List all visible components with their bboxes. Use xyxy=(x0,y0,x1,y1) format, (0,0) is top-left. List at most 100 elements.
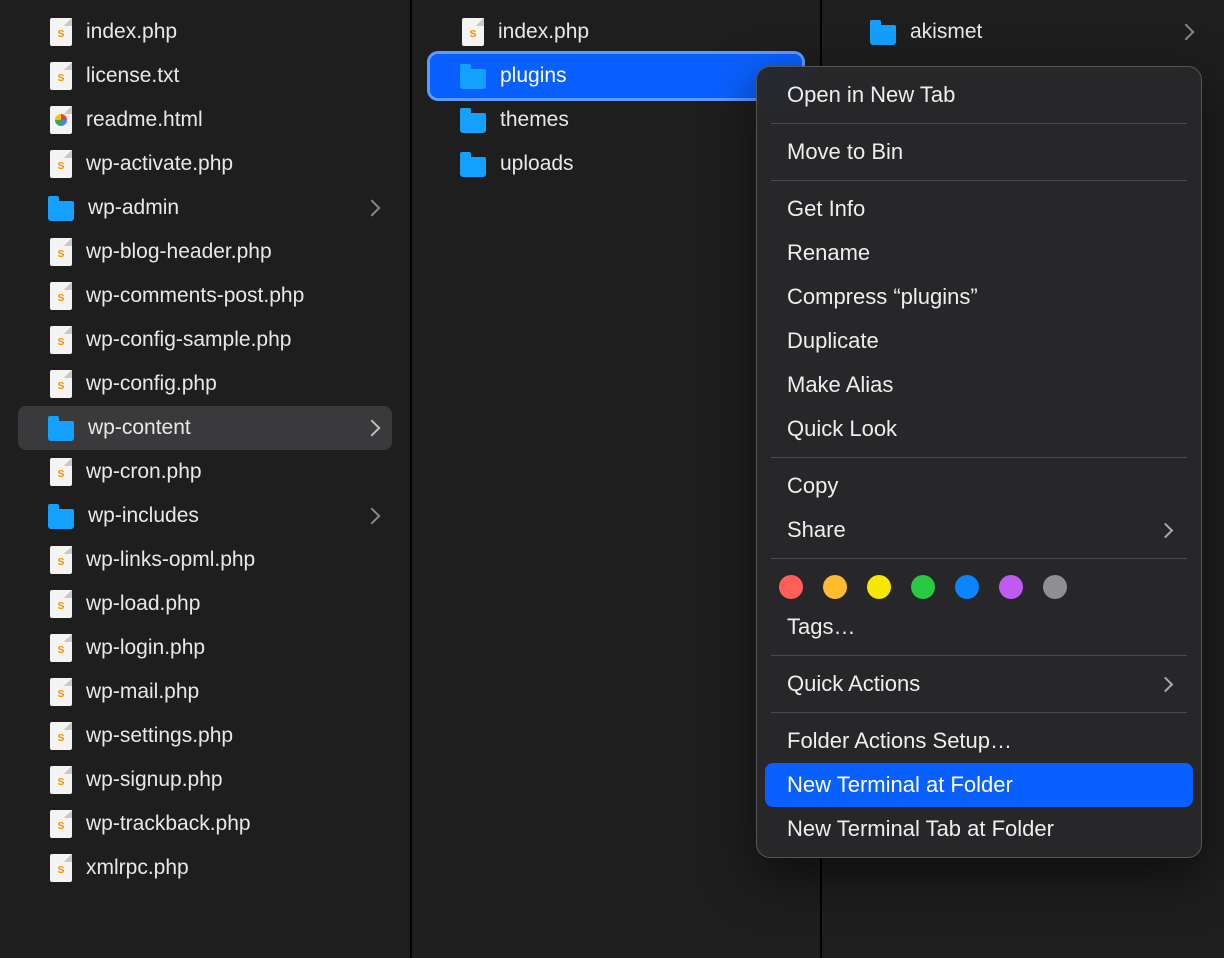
menu-item-make-alias[interactable]: Make Alias xyxy=(765,363,1193,407)
php-file-icon: s xyxy=(50,370,72,398)
tag-color-dot[interactable] xyxy=(823,575,847,599)
file-row-wp-config-php[interactable]: swp-config.php xyxy=(18,362,392,406)
chevron-right-icon xyxy=(364,420,381,437)
tag-color-dot[interactable] xyxy=(779,575,803,599)
folder-row-uploads[interactable]: uploads xyxy=(430,142,802,186)
file-row-readme-html[interactable]: readme.html xyxy=(18,98,392,142)
menu-item-label: Move to Bin xyxy=(787,139,903,165)
tag-color-dot[interactable] xyxy=(999,575,1023,599)
filename-label: plugins xyxy=(500,64,567,88)
file-row-index-php[interactable]: s index.php xyxy=(430,10,802,54)
file-row-wp-login-php[interactable]: swp-login.php xyxy=(18,626,392,670)
menu-item-label: Share xyxy=(787,517,846,543)
file-row-wp-trackback-php[interactable]: swp-trackback.php xyxy=(18,802,392,846)
column-1: sindex.phpslicense.txtreadme.htmlswp-act… xyxy=(0,0,412,958)
menu-item-duplicate[interactable]: Duplicate xyxy=(765,319,1193,363)
menu-item-label: Rename xyxy=(787,240,870,266)
menu-item-copy[interactable]: Copy xyxy=(765,464,1193,508)
filename-label: wp-login.php xyxy=(86,636,205,660)
filename-label: wp-blog-header.php xyxy=(86,240,272,264)
folder-row-wp-content[interactable]: wp-content xyxy=(18,406,392,450)
filename-label: uploads xyxy=(500,152,574,176)
file-row-license-txt[interactable]: slicense.txt xyxy=(18,54,392,98)
context-menu: Open in New Tab Move to Bin Get Info Rename… xyxy=(756,66,1202,858)
menu-item-open-in-new-tab[interactable]: Open in New Tab xyxy=(765,73,1193,117)
tag-color-dot[interactable] xyxy=(867,575,891,599)
file-row-wp-comments-post-php[interactable]: swp-comments-post.php xyxy=(18,274,392,318)
folder-row-akismet[interactable]: akismet xyxy=(840,10,1206,54)
filename-label: wp-config-sample.php xyxy=(86,328,291,352)
menu-item-label: Folder Actions Setup… xyxy=(787,728,1012,754)
file-row-index-php[interactable]: sindex.php xyxy=(18,10,392,54)
filename-label: akismet xyxy=(910,20,982,44)
tag-color-row xyxy=(757,565,1201,605)
file-row-wp-settings-php[interactable]: s wp-settings.php xyxy=(18,714,392,758)
php-file-icon: s xyxy=(462,18,484,46)
menu-item-share[interactable]: Share xyxy=(765,508,1193,552)
filename-label: wp-admin xyxy=(88,196,179,220)
chevron-right-icon xyxy=(364,508,381,525)
folder-row-plugins[interactable]: plugins xyxy=(430,54,802,98)
filename-label: index.php xyxy=(86,20,177,44)
php-file-icon: s xyxy=(50,282,72,310)
php-file-icon: s xyxy=(50,150,72,178)
folder-icon xyxy=(460,113,486,133)
folder-icon xyxy=(48,421,74,441)
filename-label: xmlrpc.php xyxy=(86,856,189,880)
tag-color-dot[interactable] xyxy=(911,575,935,599)
file-row-xmlrpc-php[interactable]: s xmlrpc.php xyxy=(18,846,392,890)
menu-item-label: Duplicate xyxy=(787,328,879,354)
file-row-wp-signup-php[interactable]: swp-signup.php xyxy=(18,758,392,802)
php-file-icon: s xyxy=(50,854,72,882)
php-file-icon: s xyxy=(50,326,72,354)
filename-label: license.txt xyxy=(86,64,179,88)
menu-item-rename[interactable]: Rename xyxy=(765,231,1193,275)
filename-label: wp-signup.php xyxy=(86,768,223,792)
menu-item-new-terminal-at-folder[interactable]: New Terminal at Folder xyxy=(765,763,1193,807)
menu-item-new-terminal-tab-at-folder[interactable]: New Terminal Tab at Folder xyxy=(765,807,1193,851)
folder-icon xyxy=(460,69,486,89)
file-row-wp-config-sample-php[interactable]: s wp-config-sample.php xyxy=(18,318,392,362)
file-row-wp-cron-php[interactable]: s wp-cron.php xyxy=(18,450,392,494)
php-file-icon: s xyxy=(50,590,72,618)
filename-label: wp-trackback.php xyxy=(86,812,251,836)
php-file-icon: s xyxy=(50,458,72,486)
filename-label: wp-links-opml.php xyxy=(86,548,255,572)
file-row-wp-mail-php[interactable]: swp-mail.php xyxy=(18,670,392,714)
menu-item-get-info[interactable]: Get Info xyxy=(765,187,1193,231)
chevron-right-icon xyxy=(364,200,381,217)
file-row-wp-load-php[interactable]: swp-load.php xyxy=(18,582,392,626)
menu-item-move-to-bin[interactable]: Move to Bin xyxy=(765,130,1193,174)
chevron-right-icon xyxy=(1158,522,1174,538)
file-row-wp-links-opml-php[interactable]: s wp-links-opml.php xyxy=(18,538,392,582)
menu-item-label: Open in New Tab xyxy=(787,82,955,108)
filename-label: index.php xyxy=(498,20,589,44)
menu-item-compress-plugins-[interactable]: Compress “plugins” xyxy=(765,275,1193,319)
folder-row-wp-admin[interactable]: wp-admin xyxy=(18,186,392,230)
filename-label: wp-settings.php xyxy=(86,724,233,748)
php-file-icon: s xyxy=(50,722,72,750)
php-file-icon: s xyxy=(50,546,72,574)
folder-row-themes[interactable]: themes xyxy=(430,98,802,142)
filename-label: readme.html xyxy=(86,108,203,132)
tag-color-dot[interactable] xyxy=(1043,575,1067,599)
folder-icon xyxy=(460,157,486,177)
menu-item-tags[interactable]: Tags… xyxy=(765,605,1193,649)
file-row-wp-blog-header-php[interactable]: swp-blog-header.php xyxy=(18,230,392,274)
menu-item-label: Quick Look xyxy=(787,416,897,442)
folder-icon xyxy=(870,25,896,45)
file-row-wp-activate-php[interactable]: swp-activate.php xyxy=(18,142,392,186)
tag-color-dot[interactable] xyxy=(955,575,979,599)
filename-label: wp-cron.php xyxy=(86,460,202,484)
html-file-icon xyxy=(50,106,72,134)
folder-row-wp-includes[interactable]: wp-includes xyxy=(18,494,392,538)
menu-item-label: New Terminal Tab at Folder xyxy=(787,816,1054,842)
filename-label: themes xyxy=(500,108,569,132)
menu-item-label: Tags… xyxy=(787,614,855,640)
filename-label: wp-includes xyxy=(88,504,199,528)
menu-item-folder-actions-setup-[interactable]: Folder Actions Setup… xyxy=(765,719,1193,763)
folder-icon xyxy=(48,509,74,529)
chevron-right-icon xyxy=(1178,24,1195,41)
menu-item-quick-actions[interactable]: Quick Actions xyxy=(765,662,1193,706)
menu-item-quick-look[interactable]: Quick Look xyxy=(765,407,1193,451)
